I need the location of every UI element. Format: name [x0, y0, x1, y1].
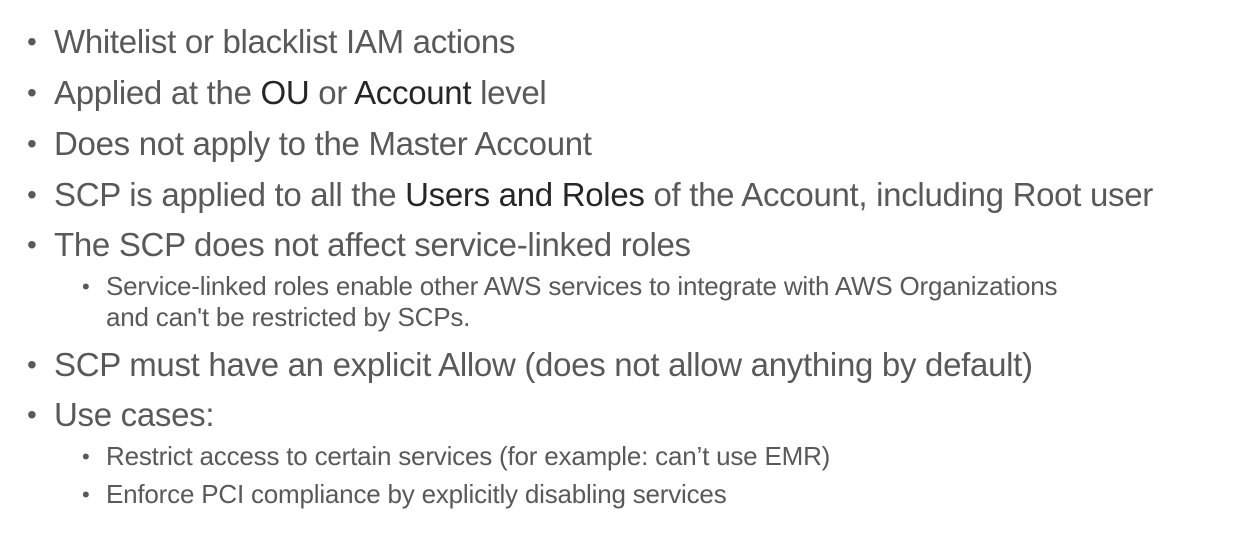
- bullet-text: The SCP does not affect service-linked r…: [54, 226, 691, 263]
- bullet-text: Does not apply to the Master Account: [54, 125, 592, 162]
- bullet-service-linked-roles: • The SCP does not affect service-linked…: [27, 225, 691, 265]
- sub-bullet-dot-icon: •: [82, 482, 90, 507]
- sub-bullet-text: Enforce PCI compliance by explicitly dis…: [106, 479, 727, 509]
- emphasis-users-and-roles: Users and Roles: [405, 176, 645, 213]
- slide: • Whitelist or blacklist IAM actions • A…: [0, 0, 1243, 539]
- sub-bullet-dot-icon: •: [82, 444, 90, 469]
- bullet-dot-icon: •: [27, 77, 37, 108]
- bullet-applied-level: • Applied at the OU or Account level: [27, 73, 547, 113]
- sub-bullet-service-linked-explanation: • Service-linked roles enable other AWS …: [82, 271, 1058, 333]
- sub-bullet-text-line-1: Service-linked roles enable other AWS se…: [106, 271, 1058, 301]
- bullet-dot-icon: •: [27, 26, 37, 57]
- bullet-text: level: [471, 74, 547, 111]
- bullet-dot-icon: •: [27, 179, 37, 210]
- sub-bullet-text: Restrict access to certain services (for…: [106, 441, 831, 471]
- sub-bullet-pci-compliance: • Enforce PCI compliance by explicitly d…: [82, 479, 727, 510]
- bullet-text: Applied at the: [54, 74, 261, 111]
- bullet-text: Whitelist or blacklist IAM actions: [54, 23, 516, 60]
- bullet-use-cases: • Use cases:: [27, 395, 215, 435]
- bullet-text: SCP must have an explicit Allow (does no…: [54, 346, 1033, 383]
- sub-bullet-dot-icon: •: [82, 274, 90, 299]
- sub-bullet-restrict-access: • Restrict access to certain services (f…: [82, 441, 831, 472]
- bullet-text: SCP is applied to all the: [54, 176, 406, 213]
- bullet-explicit-allow: • SCP must have an explicit Allow (does …: [27, 345, 1033, 385]
- bullet-dot-icon: •: [27, 399, 37, 430]
- emphasis-ou: OU: [260, 74, 310, 111]
- bullet-text: of the Account, including Root user: [644, 176, 1153, 213]
- emphasis-account: Account: [354, 74, 472, 111]
- bullet-text: or: [309, 74, 355, 111]
- sub-bullet-text-line-2: and can't be restricted by SCPs.: [106, 302, 471, 332]
- bullet-scp-users-roles: • SCP is applied to all the Users and Ro…: [27, 175, 1153, 215]
- bullet-dot-icon: •: [27, 229, 37, 260]
- bullet-master-account: • Does not apply to the Master Account: [27, 124, 592, 164]
- bullet-dot-icon: •: [27, 349, 37, 380]
- bullet-whitelist: • Whitelist or blacklist IAM actions: [27, 22, 516, 62]
- bullet-text: Use cases:: [54, 396, 215, 433]
- bullet-dot-icon: •: [27, 128, 37, 159]
